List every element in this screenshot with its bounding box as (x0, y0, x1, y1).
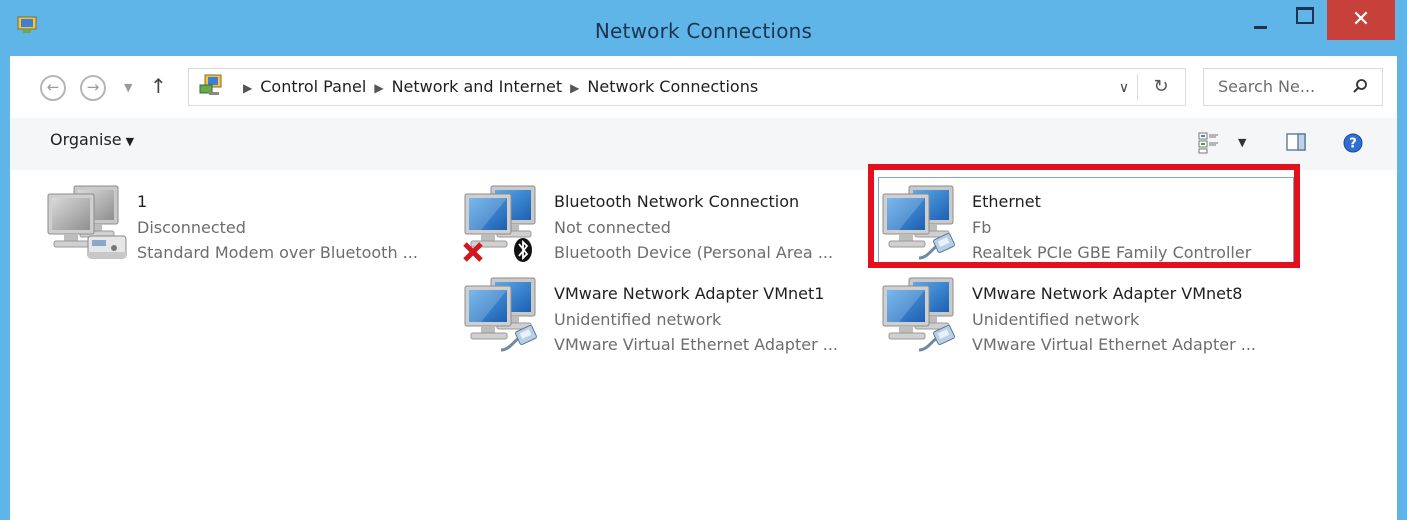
search-icon[interactable] (1352, 78, 1368, 94)
connection-status: Unidentified network (554, 310, 722, 329)
refresh-icon[interactable]: ↻ (1141, 69, 1181, 105)
connection-name: VMware Network Adapter VMnet1 (554, 284, 825, 303)
window-title: Network Connections (594, 19, 813, 43)
maximize-icon (1296, 7, 1314, 24)
network-computer-icon (879, 272, 957, 352)
title-bar[interactable]: Network Connections ✕ (0, 0, 1407, 56)
connection-status: Not connected (554, 218, 671, 237)
search-box[interactable]: Search Ne... (1203, 68, 1383, 106)
view-options-icon[interactable] (1198, 132, 1220, 154)
address-bar[interactable]: ▶ Control Panel ▶ Network and Internet ▶ Netw… (188, 68, 1186, 106)
connection-item-vmnet1[interactable]: VMware Network Adapter VMnet1 Unidentifi… (461, 268, 871, 364)
connection-device: VMware Virtual Ethernet Adapter ... (554, 335, 838, 354)
breadcrumb-control-panel[interactable]: Control Panel (260, 77, 366, 96)
connection-device: Standard Modem over Bluetooth ... (137, 243, 418, 262)
breadcrumb-network-connections[interactable]: Network Connections (587, 77, 758, 96)
connections-list: 1 Disconnected Standard Modem over Bluet… (10, 164, 1397, 520)
back-button[interactable]: ← (40, 75, 66, 101)
maximize-button[interactable] (1285, 0, 1325, 40)
breadcrumb-separator-icon[interactable]: ▶ (366, 81, 391, 95)
recent-locations-chevron-icon[interactable]: ▼ (124, 81, 132, 94)
organise-menu[interactable]: Organise ▼ (50, 130, 134, 149)
network-folder-icon (199, 74, 222, 95)
highlight-annotation-box (868, 164, 1300, 268)
connection-device: VMware Virtual Ethernet Adapter ... (972, 335, 1256, 354)
connection-name: Bluetooth Network Connection (554, 192, 800, 211)
connection-name: 1 (137, 192, 148, 211)
minimize-button[interactable] (1240, 0, 1280, 40)
connection-item-vmnet8[interactable]: VMware Network Adapter VMnet8 Unidentifi… (879, 268, 1289, 364)
breadcrumb-separator-icon[interactable]: ▶ (562, 81, 587, 95)
chevron-down-icon: ▼ (125, 135, 135, 148)
close-button[interactable]: ✕ (1327, 0, 1395, 40)
network-computer-icon (461, 272, 539, 352)
breadcrumb-separator-icon[interactable]: ▶ (235, 81, 260, 95)
minimize-icon (1254, 26, 1267, 29)
network-computer-icon (463, 180, 551, 262)
connection-status: Unidentified network (972, 310, 1140, 329)
modem-icon (87, 235, 127, 259)
breadcrumb: ▶ Control Panel ▶ Network and Internet ▶ Netw… (235, 69, 758, 105)
forward-button[interactable]: → (80, 75, 106, 101)
navigation-bar: ← → ▼ ↑ ▶ Control Panel ▶ Network and Inter… (10, 56, 1397, 118)
bluetooth-icon (514, 238, 532, 262)
command-bar: Organise ▼ ▼ ? (10, 118, 1397, 170)
organise-label: Organise (50, 130, 122, 149)
address-dropdown-icon[interactable]: ∨ (1111, 69, 1137, 105)
preview-pane-icon[interactable] (1286, 132, 1306, 152)
forward-icon: → (86, 78, 100, 96)
address-divider (1137, 74, 1138, 100)
up-arrow-icon[interactable]: ↑ (150, 74, 167, 98)
connection-item-1[interactable]: 1 Disconnected Standard Modem over Bluet… (44, 176, 454, 272)
connection-name: VMware Network Adapter VMnet8 (972, 284, 1243, 303)
connection-device: Bluetooth Device (Personal Area ... (554, 243, 834, 262)
help-icon[interactable]: ? (1342, 132, 1364, 154)
close-icon: ✕ (1351, 7, 1371, 32)
connection-item-2[interactable]: Bluetooth Network Connection Not connect… (461, 176, 871, 272)
view-options-chevron-icon[interactable]: ▼ (1238, 136, 1246, 149)
network-connections-window: Network Connections ✕ ← → ▼ ↑ ▶ Control P… (0, 0, 1407, 520)
connection-status: Disconnected (137, 218, 246, 237)
back-icon: ← (46, 78, 60, 96)
svg-text:?: ? (1349, 137, 1357, 152)
network-computer-icon (44, 180, 127, 259)
search-input[interactable]: Search Ne... (1218, 69, 1348, 105)
breadcrumb-network-and-internet[interactable]: Network and Internet (392, 77, 563, 96)
